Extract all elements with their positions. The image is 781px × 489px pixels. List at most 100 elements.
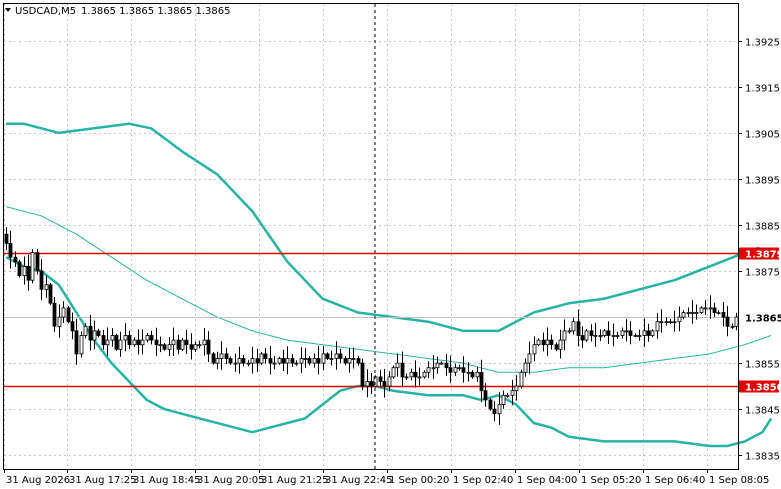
candle xyxy=(457,364,462,371)
candle xyxy=(149,330,154,345)
candle-body-bearish xyxy=(268,358,273,364)
candle-body-bullish xyxy=(431,367,436,370)
candle xyxy=(453,363,458,376)
candle xyxy=(606,321,611,344)
candle xyxy=(686,307,691,317)
candle xyxy=(479,359,484,403)
candle-body-bullish xyxy=(294,362,299,365)
candle xyxy=(488,398,493,411)
candle-body-bullish xyxy=(527,353,532,364)
candle-body-bearish xyxy=(725,316,730,327)
candle-body-bullish xyxy=(57,316,62,327)
candle xyxy=(4,227,9,250)
candle-body-bullish xyxy=(734,316,739,327)
candle xyxy=(237,346,242,374)
plot-frame xyxy=(3,3,739,470)
candle-body-bearish xyxy=(541,339,546,346)
candle xyxy=(321,346,326,371)
candle-body-bearish xyxy=(224,353,229,359)
candle-body-bullish xyxy=(329,358,334,360)
candle-body-bullish xyxy=(250,358,255,364)
candle xyxy=(233,353,238,372)
candle-body-bearish xyxy=(325,353,330,359)
candle-body-bullish xyxy=(694,312,699,314)
candle xyxy=(505,392,510,398)
dropdown-triangle-icon[interactable] xyxy=(5,8,11,12)
candle xyxy=(549,334,554,350)
level-label: 1.3879 xyxy=(745,250,781,261)
price-chart[interactable]: 1.3925 1.3915 1.3905 1.3895 1.3885 1.3875 1.38… xyxy=(0,0,781,489)
candle-body-bullish xyxy=(347,358,352,364)
candle-body-bearish xyxy=(338,353,343,359)
candle-body-bullish xyxy=(395,362,400,369)
y-tick-label: 1.3885 xyxy=(745,222,780,233)
candle-body-bullish xyxy=(505,394,510,397)
level-label: 1.3850 xyxy=(745,383,781,394)
candle xyxy=(615,331,620,339)
candle xyxy=(79,331,84,358)
candle xyxy=(690,300,695,324)
y-tick-label: 1.3915 xyxy=(745,84,780,95)
candle-body-bullish xyxy=(650,330,655,336)
candle-body-bullish xyxy=(158,344,163,347)
candle-body-bearish xyxy=(88,325,93,341)
candle xyxy=(197,340,202,349)
candle-body-bearish xyxy=(13,256,18,263)
chart-header: USDCAD,M5 1.3865 1.3865 1.3865 1.3865 xyxy=(5,6,231,17)
candle-body-bearish xyxy=(70,321,75,332)
candle xyxy=(127,330,132,349)
candle-body-bullish xyxy=(167,344,172,350)
candle xyxy=(57,304,62,338)
candle-body-bullish xyxy=(672,321,677,324)
y-tick-label: 1.3925 xyxy=(745,38,780,49)
candle xyxy=(554,342,559,352)
candle xyxy=(409,368,414,381)
symbol-timeframe-label: USDCAD,M5 xyxy=(15,6,76,17)
candle xyxy=(132,337,137,348)
candle xyxy=(294,360,299,366)
candle xyxy=(219,341,224,370)
candle-body-bearish xyxy=(580,335,585,341)
candle-body-bullish xyxy=(567,330,572,333)
candle-body-bearish xyxy=(281,358,286,364)
candle xyxy=(48,283,53,305)
candle xyxy=(211,352,216,365)
candle-body-bearish xyxy=(360,362,365,387)
candle xyxy=(176,334,181,355)
candle-body-bullish xyxy=(690,312,695,314)
chart-canvas[interactable]: 1.3925 1.3915 1.3905 1.3895 1.3885 1.3875 1.38… xyxy=(0,0,781,489)
candle-body-bullish xyxy=(215,358,220,364)
candle xyxy=(263,348,268,364)
candle xyxy=(541,332,546,352)
candle xyxy=(61,301,66,323)
candle xyxy=(66,306,71,324)
candle-body-bearish xyxy=(241,358,246,364)
candle-body-bullish xyxy=(110,335,115,341)
candle-body-bearish xyxy=(101,335,106,346)
candle-body-bearish xyxy=(606,330,611,336)
candle-body-bullish xyxy=(351,358,356,360)
candle-body-bearish xyxy=(343,358,348,364)
candle-body-bullish xyxy=(598,335,603,337)
candle xyxy=(167,337,172,357)
x-tick-label: 31 Aug 22:45 xyxy=(325,475,392,486)
candle xyxy=(567,327,572,334)
candle-body-bullish xyxy=(61,307,66,318)
candle xyxy=(281,349,286,371)
candle xyxy=(105,327,110,357)
candle xyxy=(96,328,101,338)
candle-body-bearish xyxy=(48,284,53,304)
candle-body-bearish xyxy=(382,381,387,387)
candle xyxy=(145,332,150,343)
candle xyxy=(624,319,629,342)
candle xyxy=(180,337,185,352)
candle-body-bullish xyxy=(409,371,414,378)
candle xyxy=(628,321,633,345)
candle xyxy=(250,346,255,374)
candle xyxy=(290,354,295,367)
candle xyxy=(527,341,532,375)
candle-body-bullish xyxy=(132,339,137,346)
y-tick-label: 1.3855 xyxy=(745,360,780,371)
candle-body-bullish xyxy=(699,307,704,313)
candle-body-bullish xyxy=(44,284,49,290)
